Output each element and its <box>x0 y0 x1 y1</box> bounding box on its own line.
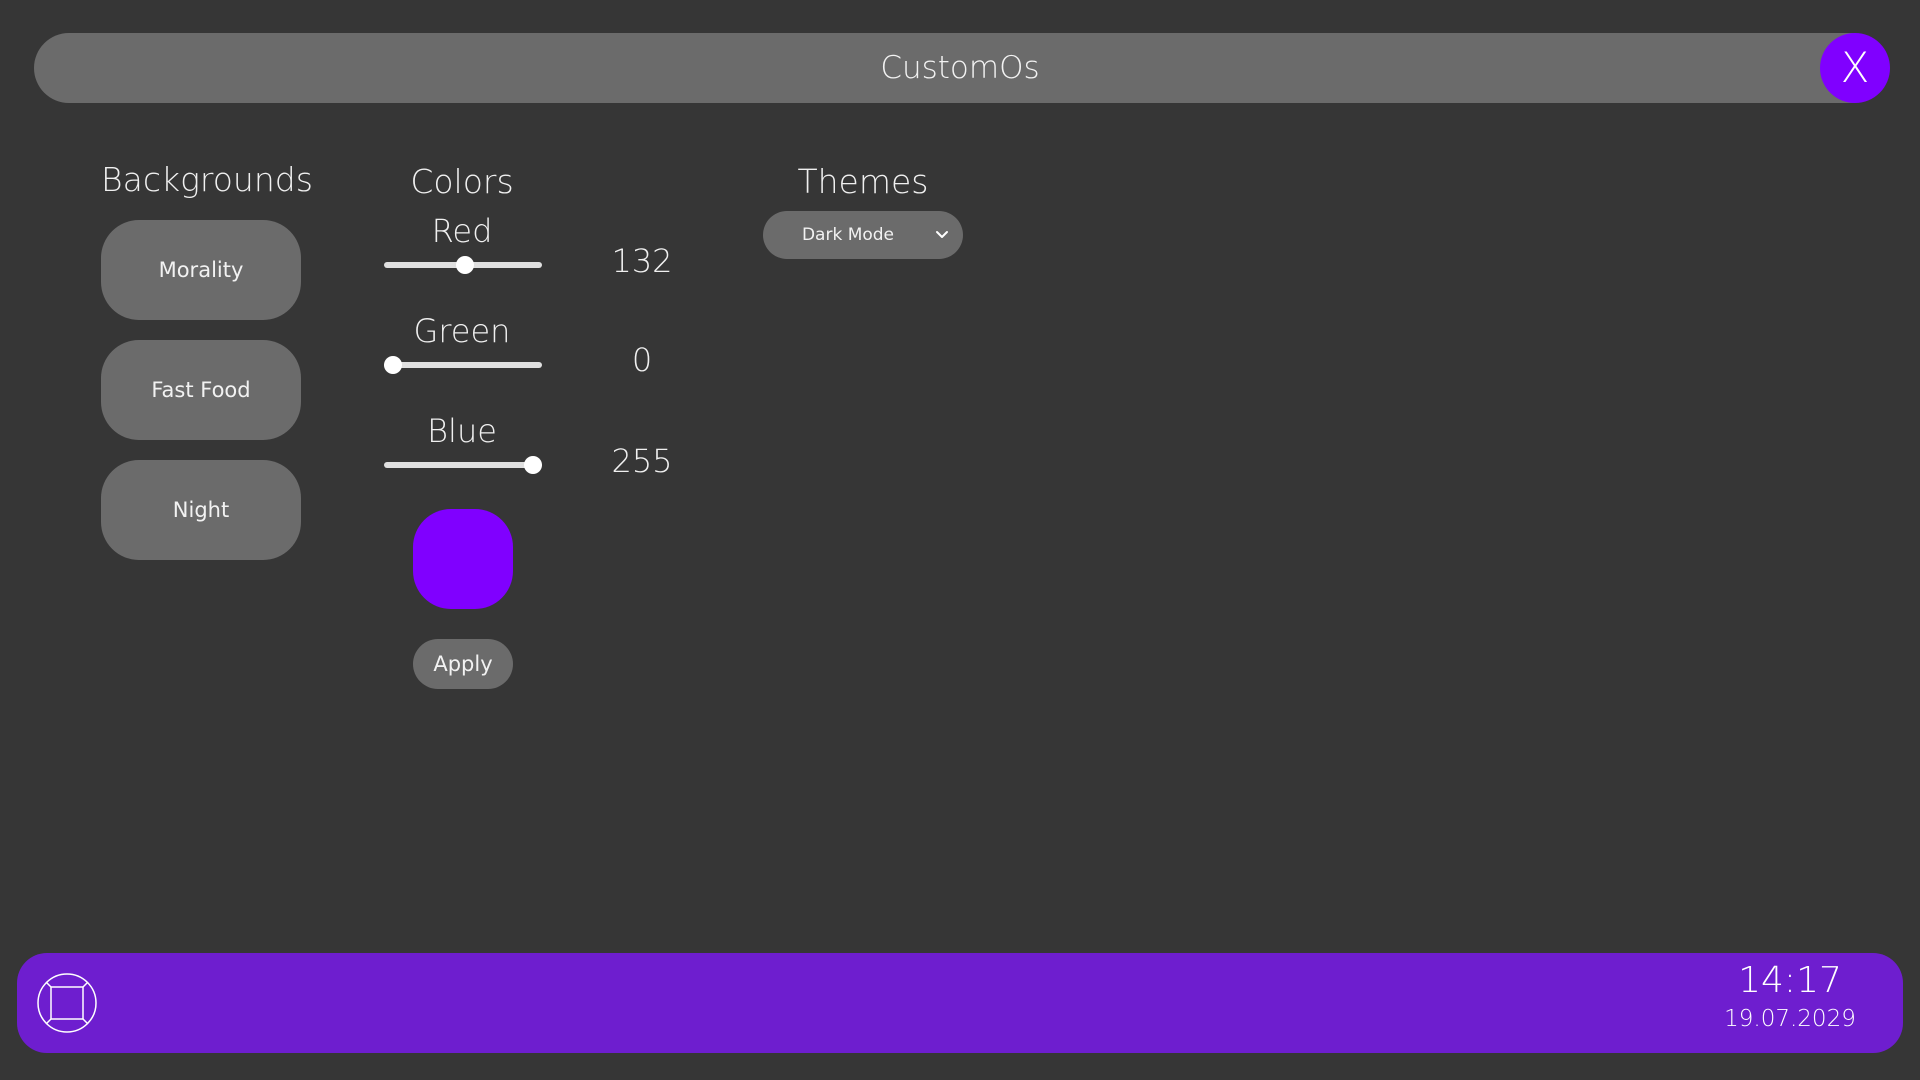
chevron-down-icon <box>936 231 948 238</box>
clock-date: 19.07.2029 <box>1724 1006 1856 1032</box>
green-slider-label: Green <box>413 312 511 350</box>
theme-dropdown-value: Dark Mode <box>801 225 895 245</box>
colors-heading: Colors <box>410 162 514 201</box>
start-menu-icon[interactable] <box>36 972 98 1034</box>
green-slider[interactable] <box>384 356 542 374</box>
theme-dropdown[interactable]: Dark Mode <box>763 211 963 259</box>
color-preview-swatch <box>413 509 513 609</box>
background-night-button[interactable]: Night <box>101 460 301 560</box>
blue-value: 255 <box>611 442 673 480</box>
close-button[interactable]: X <box>1820 33 1890 103</box>
red-value: 132 <box>611 242 673 280</box>
blue-slider-label: Blue <box>427 412 497 450</box>
desktop: CustomOs X Backgrounds Morality Fast Foo… <box>0 0 1920 1080</box>
window-title: CustomOs <box>880 50 1040 86</box>
red-slider[interactable] <box>384 256 542 274</box>
backgrounds-heading: Backgrounds <box>101 160 313 199</box>
green-slider-thumb[interactable] <box>384 356 402 374</box>
background-morality-button[interactable]: Morality <box>101 220 301 320</box>
red-slider-label: Red <box>431 212 493 250</box>
taskbar <box>17 953 1903 1053</box>
blue-slider[interactable] <box>384 456 542 474</box>
background-fast-food-button[interactable]: Fast Food <box>101 340 301 440</box>
clock-time: 14:17 <box>1738 960 1842 1001</box>
red-slider-thumb[interactable] <box>456 256 475 274</box>
blue-slider-thumb[interactable] <box>524 456 542 474</box>
apply-button[interactable]: Apply <box>413 639 513 689</box>
themes-heading: Themes <box>797 162 929 201</box>
green-value: 0 <box>631 341 653 379</box>
title-bar: CustomOs <box>34 33 1886 103</box>
